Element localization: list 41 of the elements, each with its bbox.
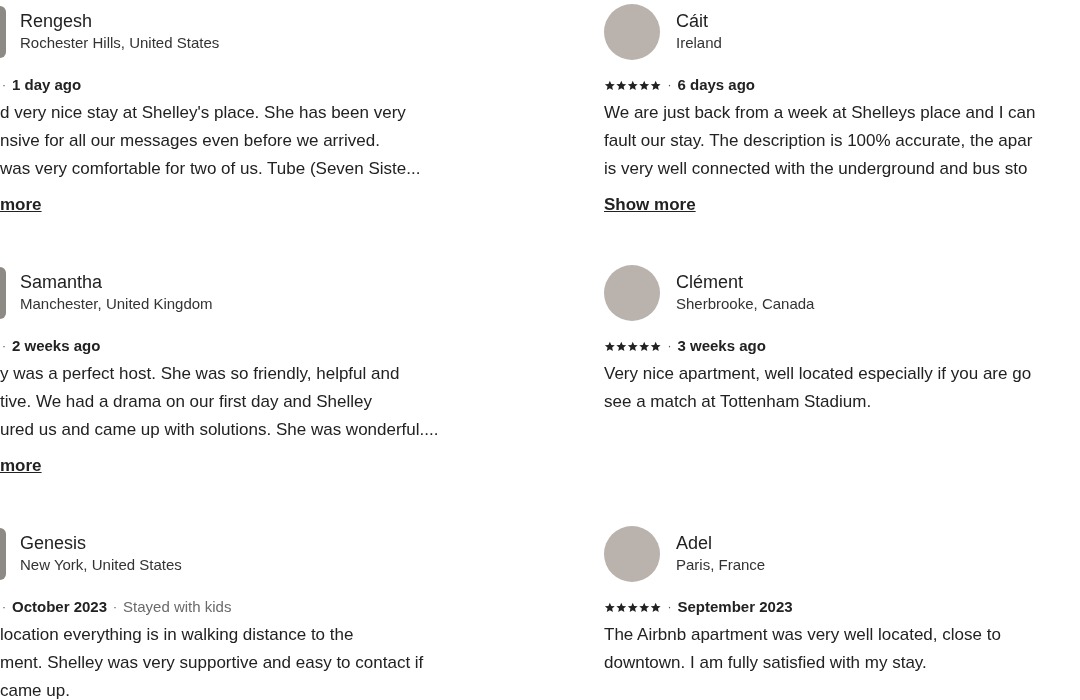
- reviewer-location: Manchester, United Kingdom: [20, 294, 213, 314]
- separator-dot: ·: [2, 338, 6, 355]
- review-date: 1 day ago: [12, 74, 82, 95]
- reviewer-name: Genesis: [20, 532, 88, 554]
- separator-dot: ·: [113, 599, 118, 616]
- review-text: d very nice stay at Shelley's place. She has been very nsive for all our messages even before we arrived. was very comfortable for two of us. Tube (Seven Siste...: [0, 102, 422, 180]
- reviewer-location: Paris, France: [676, 555, 766, 575]
- separator-dot: ·: [667, 338, 672, 355]
- reviewer-name: Samantha: [20, 271, 104, 293]
- avatar-placeholder: [604, 4, 660, 60]
- separator-dot: ·: [2, 599, 6, 616]
- separator-dot: ·: [2, 77, 6, 94]
- reviewer-name: Rengesh: [20, 10, 94, 32]
- trip-type: Stayed with kids: [123, 596, 232, 617]
- reviewer-name: Clément: [676, 271, 745, 293]
- avatar-placeholder: [0, 267, 6, 319]
- show-more-link[interactable]: more: [0, 453, 42, 479]
- reviewer-location: Rochester Hills, United States: [20, 33, 220, 53]
- review-date: 3 weeks ago: [677, 335, 766, 356]
- review-text: We are just back from a week at Shelleys place and I can fault our stay. The description is 100% accurate, the apar is very well connected with the underground and bus sto: [604, 102, 1037, 180]
- reviewer-location: New York, United States: [20, 555, 182, 575]
- show-more-link[interactable]: Show more: [604, 192, 696, 218]
- review-text: Very nice apartment, well located especially if you are go see a match at Tottenham Stadium.: [604, 363, 1033, 413]
- reviewer-location: Sherbrooke, Canada: [676, 294, 815, 314]
- review-text: y was a perfect host. She was so friendly, helpful and tive. We had a drama on our first day and Shelley ured us and came up with solutions. She was wonderful....: [0, 363, 440, 441]
- reviewer-location: Ireland: [676, 33, 722, 53]
- avatar-placeholder: [0, 528, 6, 580]
- separator-dot: ·: [667, 77, 672, 94]
- separator-dot: ·: [667, 599, 672, 616]
- avatar-placeholder: [0, 6, 6, 58]
- review-text: The Airbnb apartment was very well located, close to downtown. I am fully satisfied with my stay.: [604, 624, 1002, 674]
- avatar-placeholder: [604, 265, 660, 321]
- review-date: 2 weeks ago: [12, 335, 101, 356]
- review-date: September 2023: [677, 596, 793, 617]
- reviewer-name: Cáit: [676, 10, 709, 32]
- show-more-link[interactable]: more: [0, 192, 42, 218]
- review-text: location everything is in walking distance to the ment. Shelley was very supportive and easy to contact if came up.: [0, 624, 425, 700]
- review-date: 6 days ago: [677, 74, 756, 95]
- avatar-placeholder: [604, 526, 660, 582]
- reviewer-name: Adel: [676, 532, 714, 554]
- review-date: October 2023: [12, 596, 108, 617]
